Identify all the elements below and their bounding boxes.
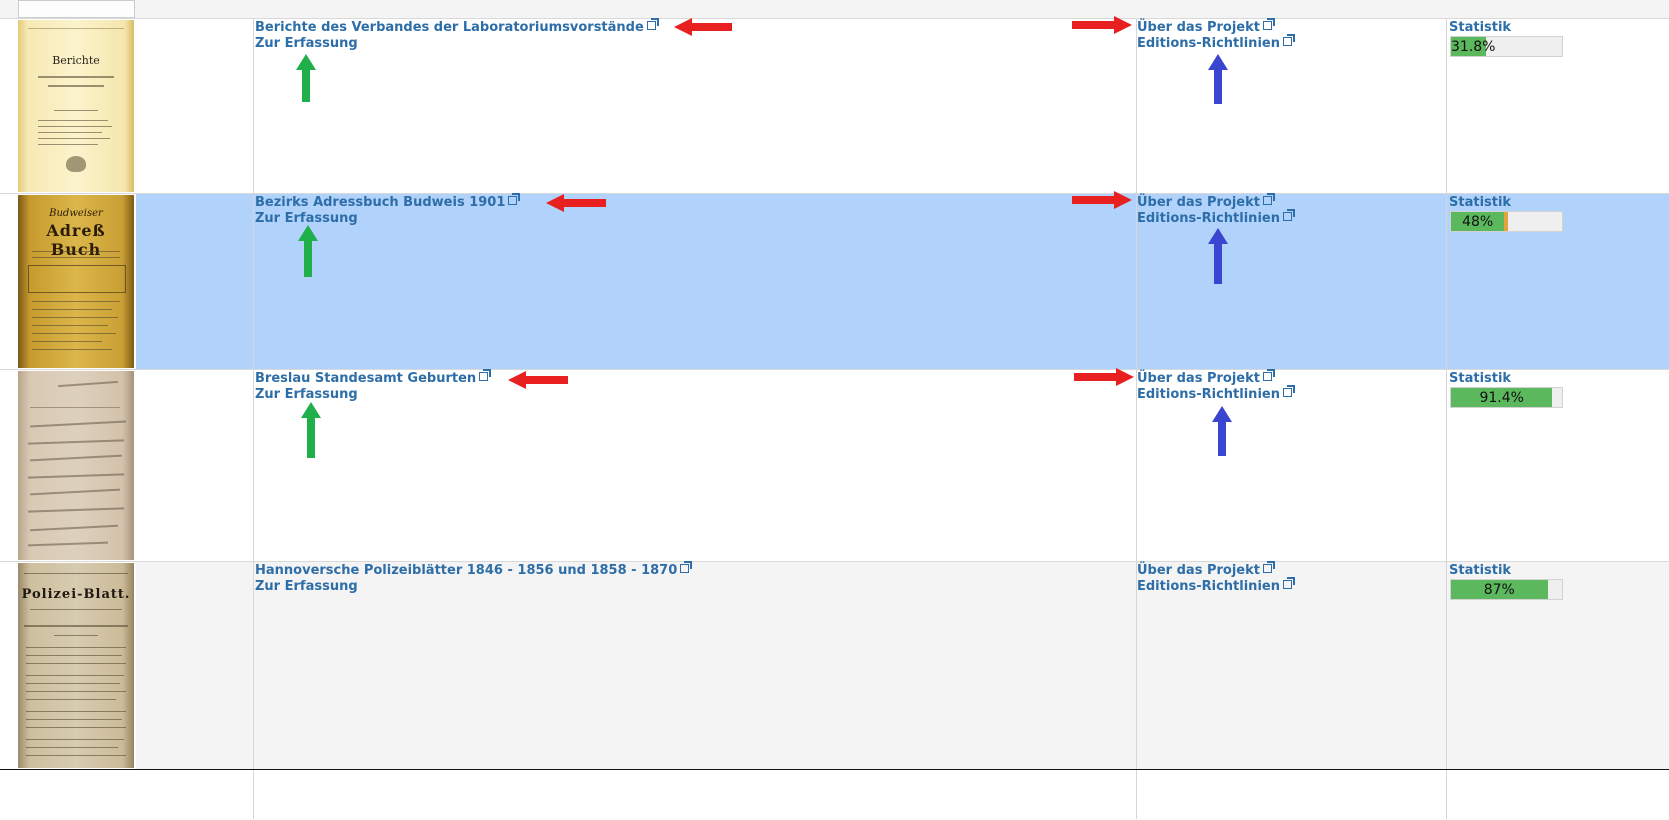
column-divider <box>253 19 254 193</box>
progress-bar-review-fill <box>1504 212 1508 231</box>
blue-arrow-up-annotation <box>1212 406 1232 456</box>
capture-link[interactable]: Zur Erfassung <box>255 579 358 594</box>
guidelines-link[interactable]: Editions-Richtlinien <box>1137 34 1295 51</box>
green-arrow-up-annotation <box>301 402 321 458</box>
guidelines-link[interactable]: Editions-Richtlinien <box>1137 577 1295 594</box>
about-project-link[interactable]: Über das Projekt <box>1137 18 1275 35</box>
column-divider <box>253 770 254 819</box>
statistics-link[interactable]: Statistik <box>1449 371 1511 386</box>
external-link-icon <box>479 369 492 381</box>
project-row: Berichte Berichte des Verbandes der Labo… <box>0 18 1669 193</box>
statistics-link[interactable]: Statistik <box>1449 563 1511 578</box>
red-arrow-left-annotation <box>674 18 732 36</box>
red-arrow-right-annotation <box>1074 368 1134 386</box>
statistics-link[interactable]: Statistik <box>1449 20 1511 35</box>
red-arrow-left-annotation <box>546 194 606 212</box>
project-row-selected: Budweiser Adreß Buch Bezirks Adressbuch … <box>0 193 1669 369</box>
progress-label: 91.4% <box>1479 390 1524 406</box>
project-title-link[interactable]: Breslau Standesamt Geburten <box>255 369 492 386</box>
progress-bar: 87% <box>1450 579 1563 600</box>
project-title-link[interactable]: Berichte des Verbandes der Laboratoriums… <box>255 18 659 35</box>
blue-arrow-up-annotation <box>1208 54 1228 104</box>
external-link-icon <box>508 193 521 205</box>
external-link-icon <box>1282 209 1295 221</box>
project-thumbnail[interactable] <box>18 371 134 560</box>
project-thumbnail[interactable]: Budweiser Adreß Buch <box>18 195 134 368</box>
external-link-icon <box>680 561 693 573</box>
column-divider <box>1136 770 1137 819</box>
progress-bar: 91.4% <box>1450 387 1563 408</box>
green-arrow-up-annotation <box>298 225 318 277</box>
external-link-icon <box>1262 18 1275 30</box>
column-divider <box>1446 370 1447 561</box>
thumbnail-heading: Budweiser <box>49 208 103 219</box>
progress-bar: 31.8% <box>1450 36 1563 57</box>
thumbnail-cell: Berichte <box>0 19 136 193</box>
guidelines-link[interactable]: Editions-Richtlinien <box>1137 385 1295 402</box>
external-link-icon <box>1282 385 1295 397</box>
column-divider <box>1446 562 1447 769</box>
red-arrow-right-annotation <box>1072 191 1132 209</box>
capture-link[interactable]: Zur Erfassung <box>255 36 358 51</box>
thumbnail-heading: Berichte <box>52 54 100 67</box>
external-link-icon <box>1262 369 1275 381</box>
blue-arrow-up-annotation <box>1208 228 1228 284</box>
external-link-icon <box>1262 193 1275 205</box>
next-row-fragment <box>0 769 1669 820</box>
external-link-icon <box>1282 577 1295 589</box>
project-list: Berichte Berichte des Verbandes der Labo… <box>0 0 1669 820</box>
thumbnail-cell <box>0 370 136 561</box>
guidelines-link[interactable]: Editions-Richtlinien <box>1137 209 1295 226</box>
project-row: Breslau Standesamt Geburten Zur Erfassun… <box>0 369 1669 561</box>
progress-label: 48% <box>1462 214 1494 230</box>
about-project-link[interactable]: Über das Projekt <box>1137 561 1275 578</box>
project-thumbnail[interactable]: Polizei-Blatt. <box>18 563 134 768</box>
next-row-thumbnail <box>18 770 134 820</box>
column-divider <box>1446 194 1447 369</box>
green-arrow-up-annotation <box>296 54 316 102</box>
column-divider <box>253 562 254 769</box>
previous-row-thumbnail <box>18 0 135 18</box>
previous-row-fragment <box>0 0 1669 19</box>
project-row: Polizei-Blatt. Hannoversche Polizeiblätt… <box>0 561 1669 769</box>
external-link-icon <box>1262 561 1275 573</box>
external-link-icon <box>1282 34 1295 46</box>
statistics-link[interactable]: Statistik <box>1449 195 1511 210</box>
thumbnail-cell: Budweiser Adreß Buch <box>0 194 136 369</box>
column-divider <box>253 370 254 561</box>
about-project-link[interactable]: Über das Projekt <box>1137 193 1275 210</box>
red-arrow-right-annotation <box>1072 16 1132 34</box>
red-arrow-left-annotation <box>508 371 568 389</box>
column-divider <box>1446 770 1447 819</box>
progress-bar: 48% <box>1450 211 1563 232</box>
column-divider <box>1446 19 1447 193</box>
progress-label: 87% <box>1483 582 1515 598</box>
thumbnail-heading: Polizei-Blatt. <box>21 587 131 602</box>
project-thumbnail[interactable]: Berichte <box>18 20 134 192</box>
thumbnail-heading: Adreß Buch <box>46 221 106 259</box>
progress-label: 31.8% <box>1451 39 1496 55</box>
thumbnail-cell: Polizei-Blatt. <box>0 562 136 769</box>
project-title-link[interactable]: Bezirks Adressbuch Budweis 1901 <box>255 193 521 210</box>
external-link-icon <box>646 18 659 30</box>
column-divider <box>253 194 254 369</box>
about-project-link[interactable]: Über das Projekt <box>1137 369 1275 386</box>
project-title-link[interactable]: Hannoversche Polizeiblätter 1846 - 1856 … <box>255 561 693 578</box>
